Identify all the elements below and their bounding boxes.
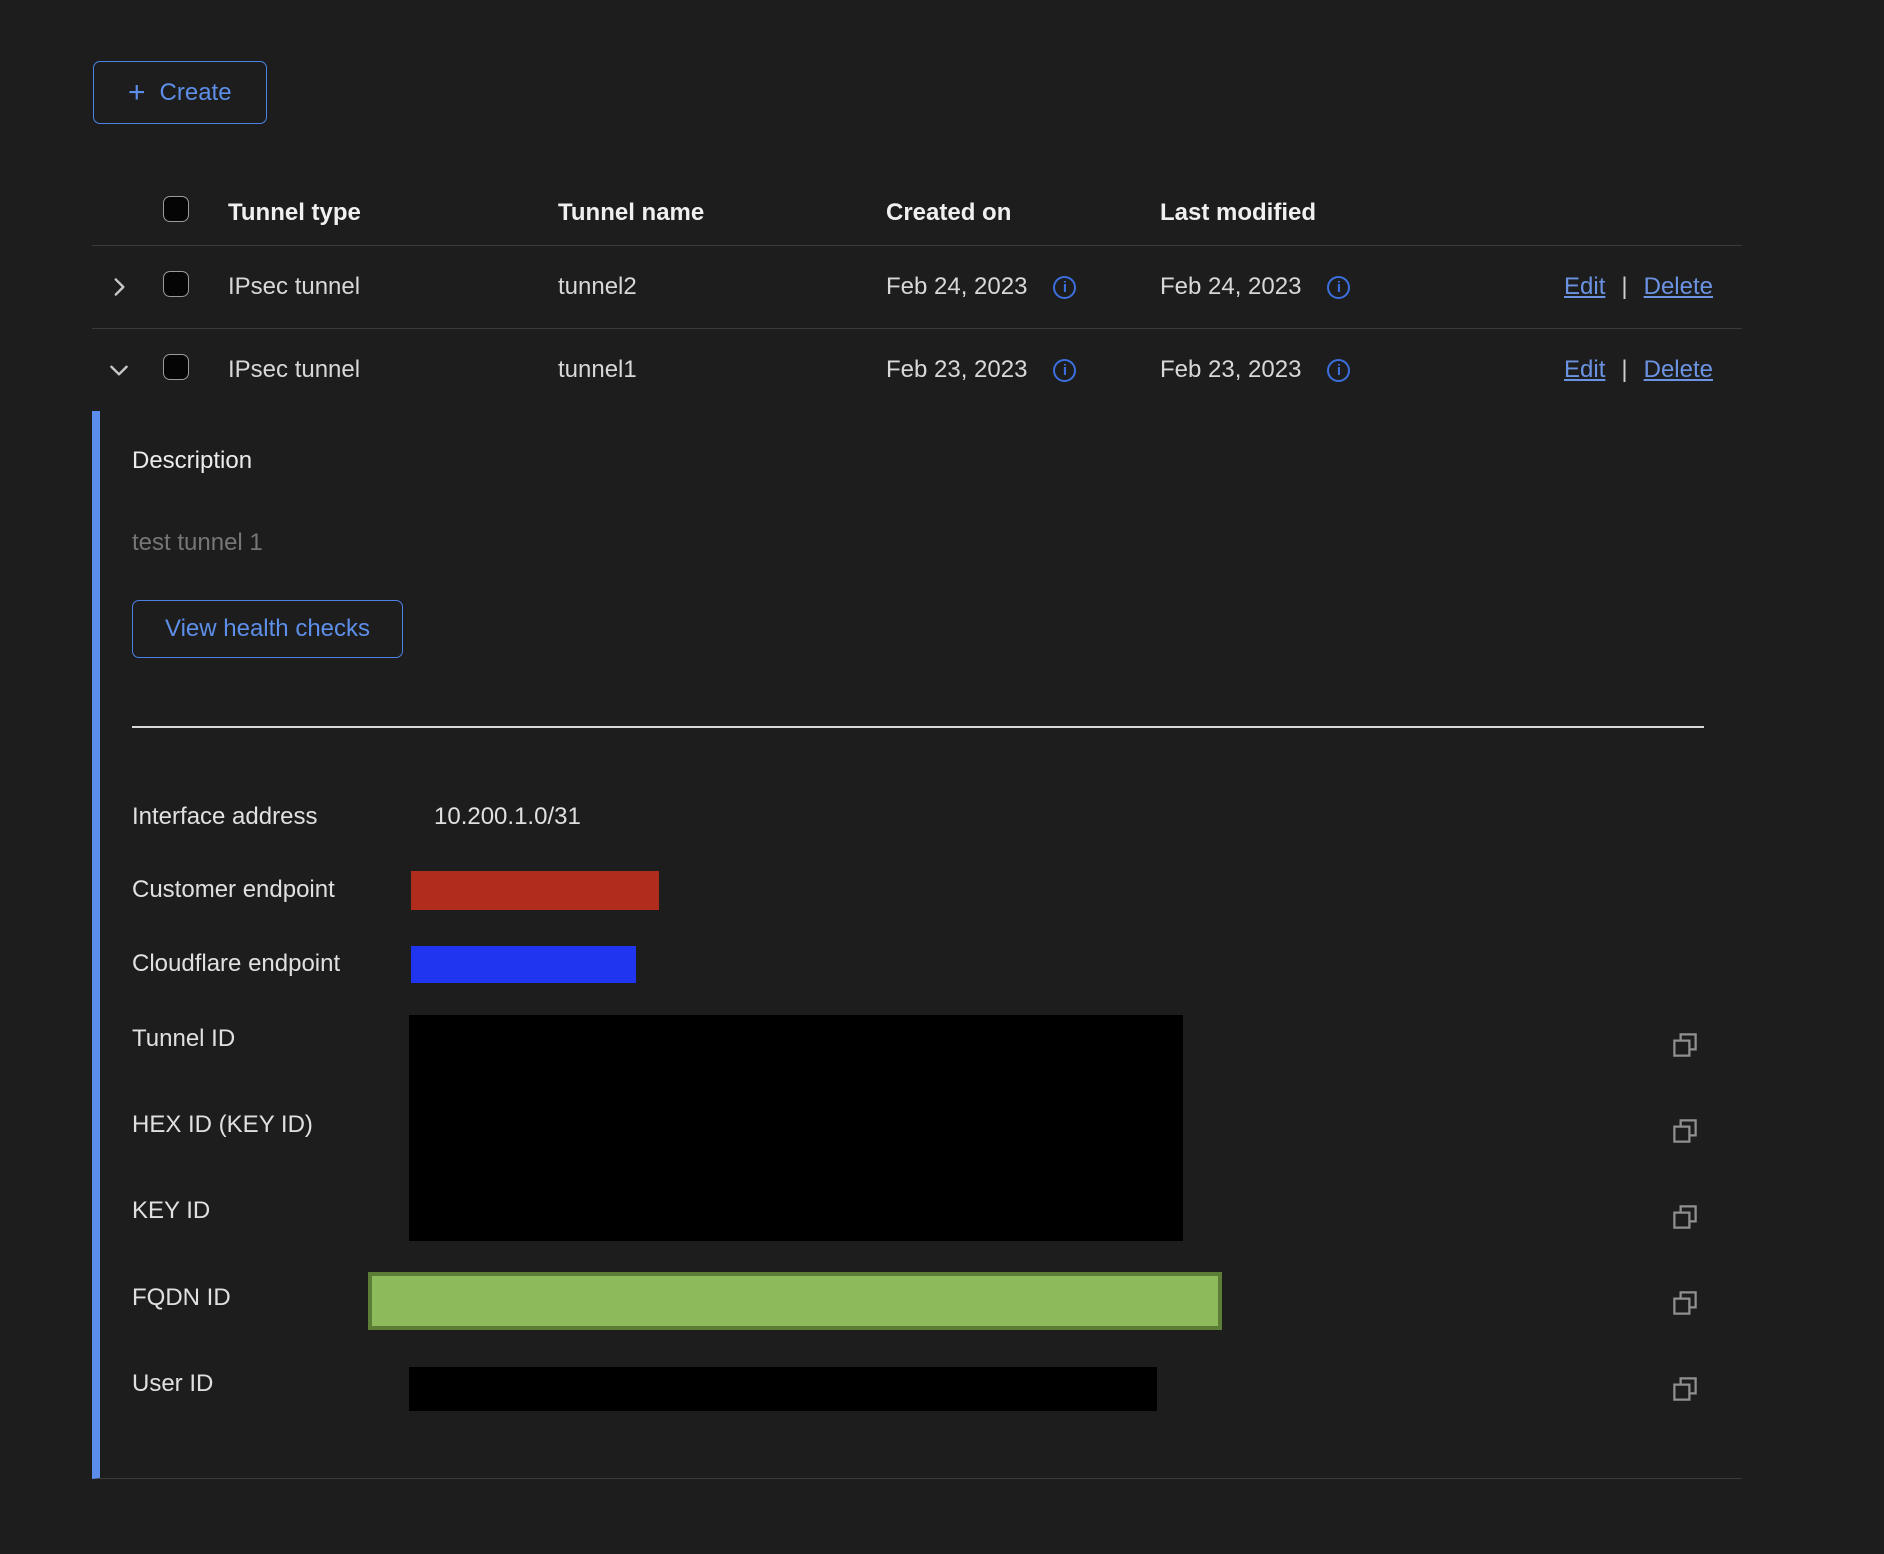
created-on-cell: Feb 24, 2023 <box>886 273 1027 301</box>
copy-icon[interactable] <box>1670 1288 1700 1318</box>
info-icon[interactable]: i <box>1053 359 1076 382</box>
header-tunnel-name: Tunnel name <box>558 199 886 227</box>
tunnel-ids-section: Tunnel ID HEX ID (KEY ID) KEY ID FQDN ID… <box>132 1015 1704 1427</box>
created-on-cell: Feb 23, 2023 <box>886 356 1027 384</box>
chevron-right-icon[interactable] <box>106 274 132 300</box>
info-icon[interactable]: i <box>1053 276 1076 299</box>
tunnel-type-cell: IPsec tunnel <box>202 273 558 301</box>
tunnel-name-cell: tunnel1 <box>558 356 886 384</box>
tunnel-detail-panel: Description test tunnel 1 View health ch… <box>92 411 1742 1479</box>
fqdn-id-label: FQDN ID <box>132 1284 231 1312</box>
header-created-on: Created on <box>886 199 1160 227</box>
action-separator: | <box>1621 356 1627 384</box>
description-value: test tunnel 1 <box>132 529 263 557</box>
customer-endpoint-redacted-value <box>411 871 659 910</box>
hex-id-label: HEX ID (KEY ID) <box>132 1111 313 1139</box>
tunnel-name-cell: tunnel2 <box>558 273 886 301</box>
description-label: Description <box>132 447 252 475</box>
create-button[interactable]: + Create <box>93 61 267 124</box>
view-health-checks-button[interactable]: View health checks <box>132 600 403 658</box>
interface-address-label: Interface address <box>132 803 434 831</box>
delete-link[interactable]: Delete <box>1644 356 1713 384</box>
edit-link[interactable]: Edit <box>1564 273 1605 301</box>
create-button-label: Create <box>160 79 232 107</box>
user-id-label: User ID <box>132 1370 213 1398</box>
header-last-modified: Last modified <box>1160 199 1540 227</box>
last-modified-cell: Feb 24, 2023 <box>1160 273 1301 301</box>
row-checkbox[interactable] <box>163 271 189 297</box>
section-divider <box>132 726 1704 728</box>
edit-link[interactable]: Edit <box>1564 356 1605 384</box>
select-all-checkbox[interactable] <box>163 196 189 222</box>
copy-icon[interactable] <box>1670 1374 1700 1404</box>
copy-icon[interactable] <box>1670 1030 1700 1060</box>
cloudflare-endpoint-row: Cloudflare endpoint <box>132 943 636 985</box>
table-header-row: Tunnel type Tunnel name Created on Last … <box>92 180 1742 246</box>
cloudflare-endpoint-redacted-value <box>411 946 636 983</box>
header-tunnel-type: Tunnel type <box>202 199 558 227</box>
tunnel-id-label: Tunnel ID <box>132 1025 235 1053</box>
copy-icon[interactable] <box>1670 1116 1700 1146</box>
copy-icon[interactable] <box>1670 1202 1700 1232</box>
tunnels-table: Tunnel type Tunnel name Created on Last … <box>92 180 1742 1479</box>
last-modified-cell: Feb 23, 2023 <box>1160 356 1301 384</box>
customer-endpoint-label: Customer endpoint <box>132 876 411 904</box>
table-row: IPsec tunnel tunnel2 Feb 24, 2023 i Feb … <box>92 246 1742 329</box>
fqdn-id-redacted-value <box>368 1272 1222 1330</box>
interface-address-row: Interface address 10.200.1.0/31 <box>132 803 581 831</box>
key-id-label: KEY ID <box>132 1197 210 1225</box>
ids-redacted-block <box>409 1015 1183 1241</box>
chevron-down-icon[interactable] <box>106 357 132 383</box>
plus-icon: + <box>128 78 146 108</box>
tunnel-type-cell: IPsec tunnel <box>202 356 558 384</box>
action-separator: | <box>1621 273 1627 301</box>
info-icon[interactable]: i <box>1327 359 1350 382</box>
row-checkbox[interactable] <box>163 354 189 380</box>
delete-link[interactable]: Delete <box>1644 273 1713 301</box>
user-id-redacted-value <box>409 1367 1157 1411</box>
cloudflare-endpoint-label: Cloudflare endpoint <box>132 950 411 978</box>
customer-endpoint-row: Customer endpoint <box>132 869 659 911</box>
table-row: IPsec tunnel tunnel1 Feb 23, 2023 i Feb … <box>92 329 1742 411</box>
interface-address-value: 10.200.1.0/31 <box>434 803 581 831</box>
info-icon[interactable]: i <box>1327 276 1350 299</box>
